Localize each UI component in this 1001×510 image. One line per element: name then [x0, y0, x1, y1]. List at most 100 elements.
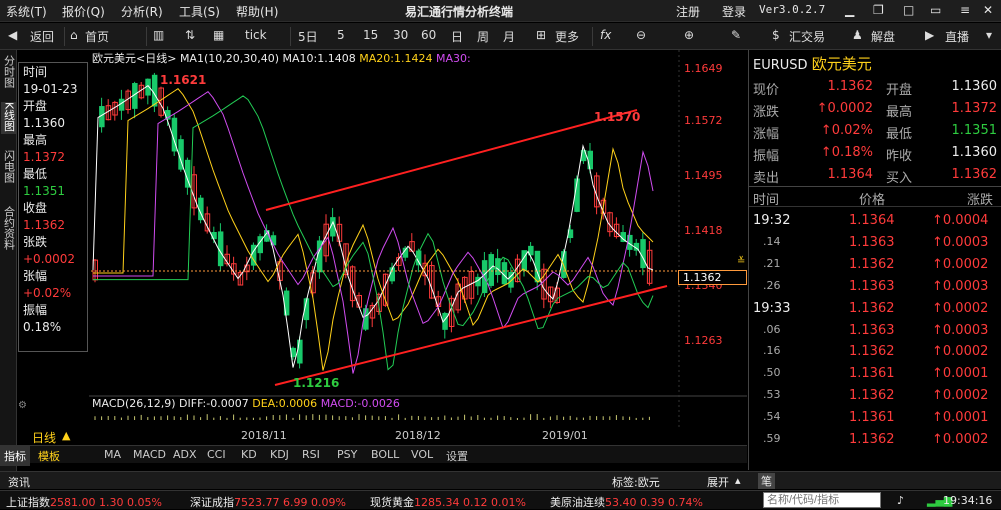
expand-button[interactable]: 展开 [707, 474, 729, 490]
candle [151, 74, 158, 107]
live-icon[interactable]: ▶ [925, 28, 934, 42]
tab-kd[interactable]: KD [241, 448, 257, 461]
amplitude-value: 0.18% [23, 320, 62, 334]
quote-panel: EURUSD 欧元美元 现价 1.1362 开盘 1.1360 涨跌 ↑0.00… [748, 50, 1001, 470]
period-30[interactable]: 30 [393, 28, 408, 42]
up-arrow-icon: ↑ [932, 213, 943, 228]
quote-label: 昨收 [886, 149, 913, 164]
x-label: 2018/12 [395, 429, 441, 442]
zoom-out-icon[interactable]: ⊖ [636, 28, 646, 42]
trade-change: 0.0002 [942, 344, 989, 360]
quote-value: 0.18% [831, 145, 873, 160]
period-15[interactable]: 15 [363, 28, 378, 42]
ticker-item[interactable]: 现货黄金1285.34 0.12 0.01% [370, 494, 526, 510]
trade-button[interactable]: 汇交易 [789, 28, 825, 45]
tab-adx[interactable]: ADX [173, 448, 197, 461]
unlock-button[interactable]: 解盘 [871, 28, 895, 45]
period-caret-icon[interactable]: ▲ [62, 429, 70, 442]
ticker-item[interactable]: 上证指数2581.00 1.30 0.05% [6, 494, 162, 510]
home-icon[interactable]: ⌂ [70, 28, 78, 42]
up-arrow-icon: ↑ [932, 366, 943, 382]
back-button[interactable]: 返回 [30, 28, 54, 45]
tab-psy[interactable]: PSY [337, 448, 357, 461]
bar-chart-icon[interactable]: ▥ [153, 28, 164, 42]
period-day[interactable]: 日 [451, 28, 463, 45]
live-button[interactable]: 直播 [945, 28, 969, 45]
grid-icon[interactable]: ▦ [213, 28, 224, 42]
tab-indicator[interactable]: 指标 [0, 446, 30, 466]
period-60[interactable]: 60 [421, 28, 436, 42]
ticker-item[interactable]: 深证成指7523.77 6.99 0.09% [190, 494, 346, 510]
expand-icon[interactable]: ▴ [735, 474, 741, 487]
formula-icon[interactable]: fx [600, 28, 611, 42]
menu-analysis[interactable]: 分析(R) [121, 3, 163, 20]
back-icon[interactable]: ◀ [8, 28, 17, 42]
tab-timeshare[interactable]: 分时图 [1, 55, 16, 91]
menu-icon[interactable]: ≡ [960, 3, 970, 17]
period-month[interactable]: 月 [503, 28, 515, 45]
kline-chart[interactable]: ≚ [89, 50, 747, 428]
home-button[interactable]: 首页 [85, 28, 109, 45]
quote-label: 振幅 [753, 149, 780, 164]
tab-template[interactable]: 模板 [38, 448, 60, 464]
trade-time: .50 [763, 366, 781, 380]
sort-icon[interactable]: ⇅ [185, 28, 195, 42]
tab-macd[interactable]: MACD [133, 448, 166, 461]
more-button[interactable]: 更多 [555, 28, 579, 45]
up-arrow-icon: ↑ [932, 432, 943, 447]
tab-rsi[interactable]: RSI [302, 448, 320, 461]
open-label: 开盘 [23, 99, 48, 113]
close-icon[interactable]: ✕ [983, 3, 993, 17]
period-week[interactable]: 周 [477, 28, 489, 45]
login-link[interactable]: 登录 [722, 3, 746, 20]
maximize-icon[interactable]: □ [903, 3, 914, 17]
up-arrow-icon: ↑ [820, 145, 832, 160]
more-grid-icon[interactable]: ⊞ [536, 28, 546, 42]
draw-icon[interactable]: ✎ [731, 28, 741, 42]
tab-cci[interactable]: CCI [207, 448, 226, 461]
tab-ma[interactable]: MA [104, 448, 121, 461]
trade-time: .53 [763, 388, 781, 402]
bell-icon[interactable]: ♪ [897, 494, 904, 507]
caret-icon[interactable]: ▾ [986, 28, 992, 42]
trade-price: 1.1363 [849, 278, 895, 294]
settings-icon[interactable]: ⚙ [18, 400, 27, 411]
news-label[interactable]: 资讯 [8, 474, 30, 490]
restore-icon[interactable]: ❐ [873, 3, 884, 17]
tab-vol[interactable]: VOL [411, 448, 433, 461]
minimize-icon[interactable]: ▁ [845, 3, 854, 17]
tick-button[interactable]: tick [245, 28, 267, 42]
quote-row: 涨幅 ↑0.02% 最低 1.1351 [749, 123, 1001, 143]
trade-price: 1.1362 [849, 432, 895, 447]
tab-flash[interactable]: 闪电图 [1, 150, 16, 186]
tab-kdj[interactable]: KDJ [270, 448, 289, 461]
zoom-in-icon[interactable]: ⊕ [684, 28, 694, 42]
quote-label: 买入 [886, 171, 913, 186]
menu-system[interactable]: 系统(T) [6, 3, 47, 20]
clock: 19:34:16 [943, 494, 993, 507]
register-link[interactable]: 注册 [676, 3, 700, 20]
ticker-item[interactable]: 美原油连续53.40 0.39 0.74% [550, 494, 703, 510]
period-5d[interactable]: 5日 [298, 28, 318, 45]
indicator-tabs: 指标 模板 MA MACD ADX CCI KD KDJ RSI PSY BOL… [0, 445, 747, 466]
trade-price: 1.1362 [849, 300, 895, 316]
unlock-icon[interactable]: ♟ [852, 28, 863, 42]
trade-time: .16 [763, 344, 781, 358]
tab-kline[interactable]: K线图 [1, 102, 16, 135]
search-input[interactable] [763, 492, 881, 508]
time-label: 时间 [23, 65, 48, 79]
period-label: 日线 [32, 431, 57, 445]
chart-title: 欧元美元<日线> [92, 52, 177, 65]
menu-help[interactable]: 帮助(H) [236, 3, 278, 20]
tab-settings[interactable]: 设置 [446, 448, 468, 464]
period-5[interactable]: 5 [337, 28, 345, 42]
pen-tab[interactable]: 笔 [758, 473, 775, 489]
x-label: 2019/01 [542, 429, 588, 442]
trade-icon[interactable]: $ [772, 28, 780, 42]
menu-quote[interactable]: 报价(Q) [62, 3, 105, 20]
more-icon[interactable]: ▭ [930, 3, 941, 17]
high-label: 最高 [23, 133, 48, 147]
menu-tools[interactable]: 工具(S) [179, 3, 220, 20]
tab-boll[interactable]: BOLL [371, 448, 399, 461]
tab-contract[interactable]: 合约资料 [1, 206, 16, 253]
